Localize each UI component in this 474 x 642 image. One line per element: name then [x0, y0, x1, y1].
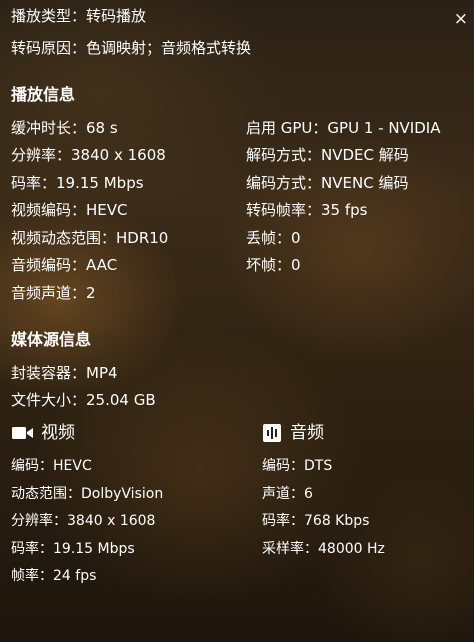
info-label: 分辨率：: [11, 513, 67, 529]
info-value: 48000 Hz: [318, 541, 385, 557]
video-info-row: 分辨率：3840 x 1608: [11, 511, 155, 531]
play-info-left-row: 码率：19.15 Mbps: [11, 173, 144, 193]
play-info-left-row: 分辨率：3840 x 1608: [11, 145, 166, 165]
info-value: AAC: [86, 256, 118, 274]
container-label: 封装容器：: [11, 364, 87, 382]
info-value: NVENC 编码: [321, 174, 409, 192]
info-label: 编码：: [11, 458, 53, 474]
info-value: GPU 1 - NVIDIA: [327, 119, 441, 137]
info-value: HEVC: [86, 201, 128, 219]
media-info-title: 媒体源信息: [11, 330, 92, 349]
container-value: MP4: [86, 364, 118, 382]
info-value: DolbyVision: [81, 486, 164, 502]
play-info-left-row: 音频编码：AAC: [11, 255, 117, 275]
video-camera-icon: [12, 427, 33, 439]
info-label: 声道：: [262, 486, 304, 502]
play-info-right-row: 转码帧率：35 fps: [246, 200, 368, 220]
file-size-row: 文件大小：25.04 GB: [11, 390, 156, 410]
info-label: 采样率：: [262, 541, 318, 557]
info-value: 3840 x 1608: [67, 513, 156, 529]
play-info-right-row: 解码方式：NVDEC 解码: [246, 145, 409, 165]
transcode-reason-row: 转码原因：色调映射；音频格式转换: [11, 38, 251, 58]
play-info-right-row: 丢帧：0: [246, 228, 301, 248]
info-label: 解码方式：: [246, 146, 322, 164]
info-label: 编码：: [262, 458, 304, 474]
play-info-right-row: 编码方式：NVENC 编码: [246, 173, 408, 193]
audio-section-header: 音频: [262, 422, 324, 444]
info-label: 码率：: [11, 174, 57, 192]
video-info-row: 帧率：24 fps: [11, 566, 96, 586]
info-value: 2: [86, 284, 96, 302]
audio-info-row: 编码：DTS: [262, 456, 332, 476]
play-info-title: 播放信息: [11, 85, 76, 104]
info-value: 68 s: [86, 119, 118, 137]
info-label: 丢帧：: [246, 229, 292, 247]
info-value: 0: [291, 256, 301, 274]
info-label: 分辨率：: [11, 146, 72, 164]
info-label: 启用 GPU：: [246, 119, 328, 137]
info-value: 0: [291, 229, 301, 247]
info-label: 帧率：: [11, 568, 53, 584]
file-size-value: 25.04 GB: [86, 391, 156, 409]
info-label: 转码帧率：: [246, 201, 322, 219]
video-info-row: 码率：19.15 Mbps: [11, 539, 135, 559]
info-value: HEVC: [53, 458, 92, 474]
play-info-right-row: 启用 GPU：GPU 1 - NVIDIA: [246, 118, 440, 138]
info-value: HDR10: [116, 229, 169, 247]
audio-section-title: 音频: [290, 423, 324, 443]
info-value: NVDEC 解码: [321, 146, 409, 164]
playback-type-row: 播放类型：转码播放: [11, 6, 146, 26]
audio-info-row: 声道：6: [262, 484, 313, 504]
info-value: 768 Kbps: [304, 513, 370, 529]
info-value: 19.15 Mbps: [56, 174, 144, 192]
info-value: 3840 x 1608: [71, 146, 166, 164]
close-button[interactable]: ×: [454, 10, 468, 28]
playback-type-label: 播放类型：: [11, 7, 87, 25]
play-info-right-row: 坏帧：0: [246, 255, 301, 275]
info-label: 视频编码：: [11, 201, 87, 219]
info-label: 动态范围：: [11, 486, 81, 502]
video-section-header: 视频: [11, 422, 75, 444]
play-info-left-row: 视频编码：HEVC: [11, 200, 128, 220]
info-label: 音频编码：: [11, 256, 87, 274]
info-label: 码率：: [11, 541, 53, 557]
info-value: 24 fps: [53, 568, 97, 584]
video-info-row: 编码：HEVC: [11, 456, 92, 476]
video-section-title: 视频: [41, 423, 75, 443]
video-info-row: 动态范围：DolbyVision: [11, 484, 163, 504]
info-label: 视频动态范围：: [11, 229, 117, 247]
info-label: 缓冲时长：: [11, 119, 87, 137]
playback-info-panel: 播放类型：转码播放 × 转码原因：色调映射；音频格式转换 播放信息 缓冲时长：6…: [0, 0, 474, 642]
info-value: 6: [304, 486, 313, 502]
file-size-label: 文件大小：: [11, 391, 87, 409]
container-row: 封装容器：MP4: [11, 363, 118, 383]
play-info-left-row: 视频动态范围：HDR10: [11, 228, 168, 248]
transcode-reason-label: 转码原因：: [11, 39, 87, 57]
play-info-left-row: 缓冲时长：68 s: [11, 118, 118, 138]
play-info-left-row: 音频声道：2: [11, 283, 96, 303]
info-value: 35 fps: [321, 201, 368, 219]
info-value: DTS: [304, 458, 333, 474]
audio-waveform-icon: [263, 424, 281, 442]
playback-type-value: 转码播放: [86, 7, 147, 25]
audio-info-row: 采样率：48000 Hz: [262, 539, 385, 559]
audio-info-row: 码率：768 Kbps: [262, 511, 369, 531]
info-label: 音频声道：: [11, 284, 87, 302]
info-value: 19.15 Mbps: [53, 541, 135, 557]
info-label: 坏帧：: [246, 256, 292, 274]
transcode-reason-value: 色调映射；音频格式转换: [86, 39, 252, 57]
info-label: 编码方式：: [246, 174, 322, 192]
info-label: 码率：: [262, 513, 304, 529]
